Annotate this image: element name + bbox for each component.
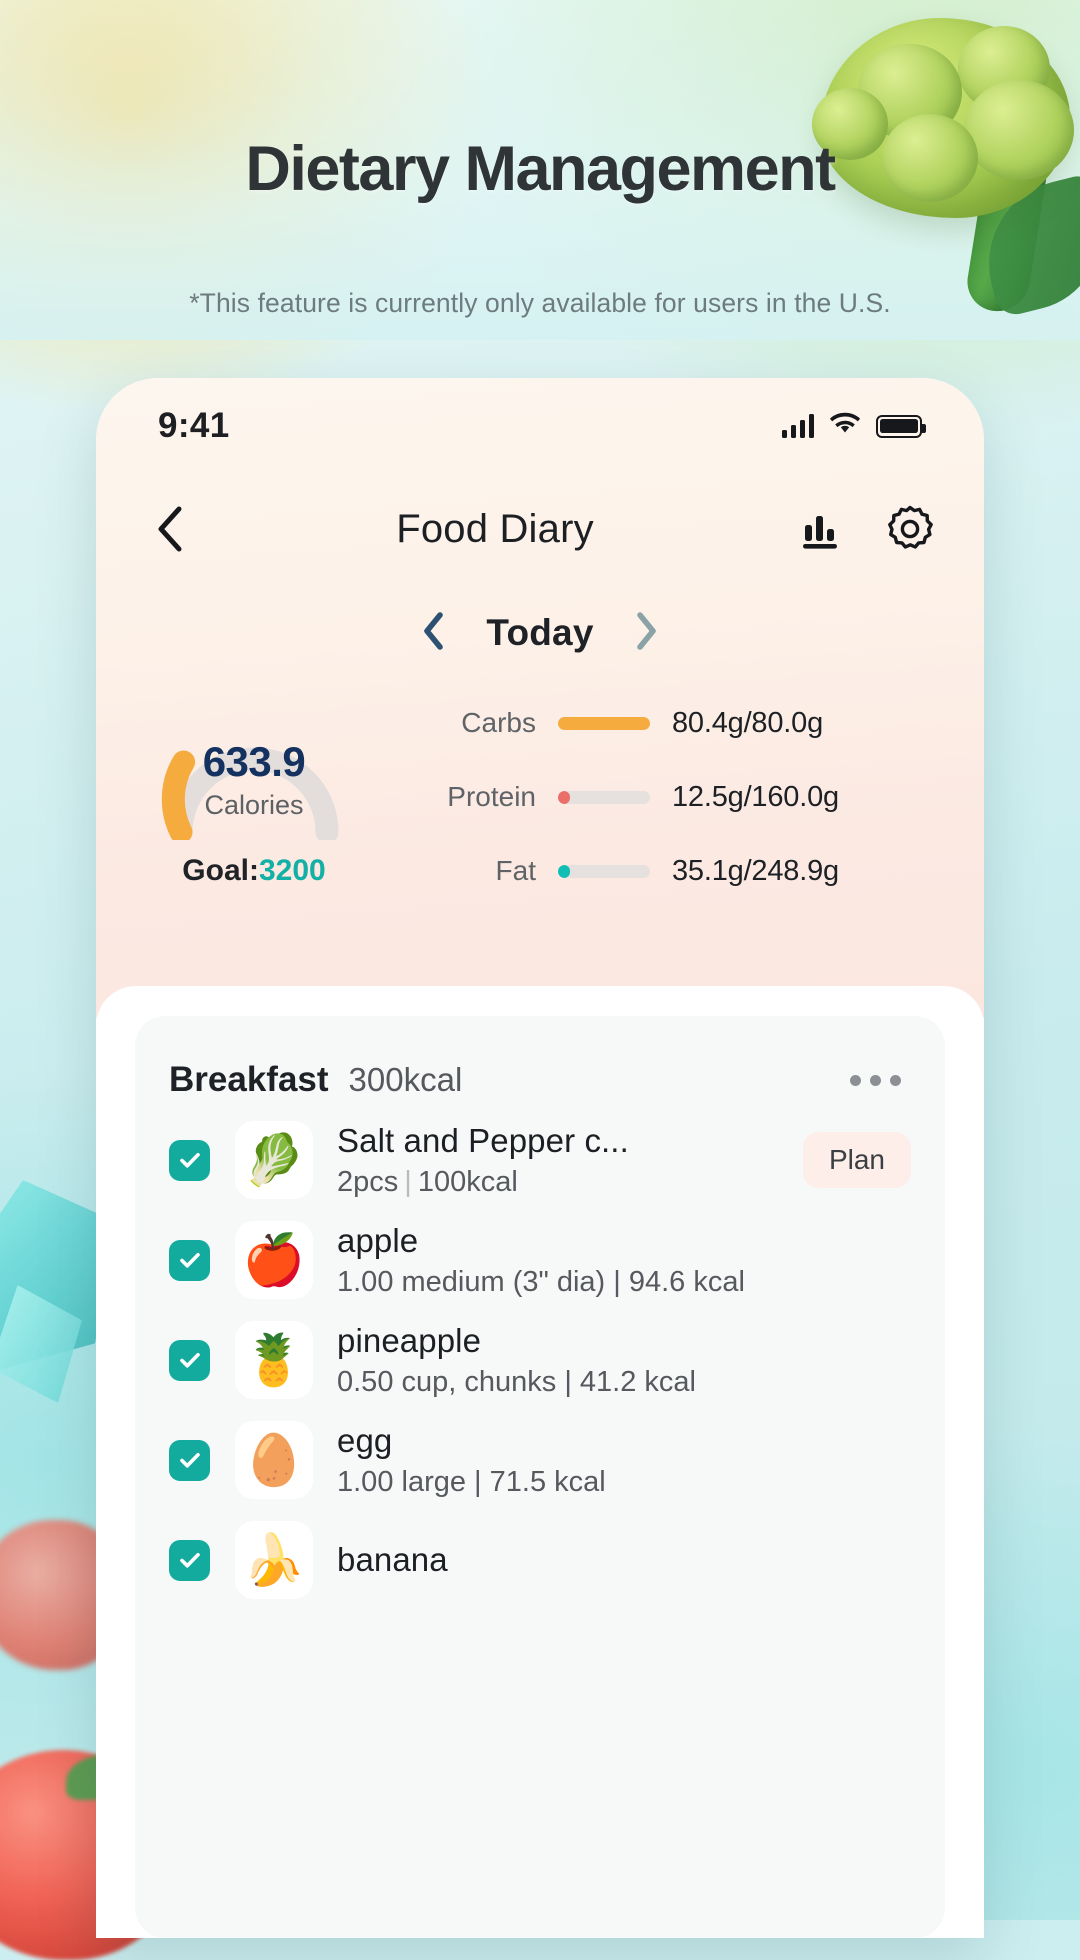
meal-sheet: Breakfast 300kcal 🥬 Salt and Pepper c... <box>96 986 984 1938</box>
meal-calories: 300kcal <box>348 1061 463 1098</box>
previous-day-button[interactable] <box>422 611 446 655</box>
list-item[interactable]: 🥚 egg 1.00 large | 71.5 kcal <box>135 1410 945 1510</box>
food-checkbox[interactable] <box>169 1539 210 1581</box>
current-date-label[interactable]: Today <box>486 612 593 654</box>
macro-progress-bar <box>558 864 650 878</box>
cellular-signal-icon <box>781 414 814 438</box>
cauliflower-icon: 🥬 <box>235 1121 313 1199</box>
food-info: banana <box>337 1541 911 1579</box>
macro-list: Carbs 80.4g/80.0g Protein 12.5g/160.0g F… <box>412 690 984 898</box>
more-horizontal-icon <box>850 1074 861 1086</box>
wifi-icon <box>829 412 861 441</box>
page-header-title: Food Diary <box>396 506 594 551</box>
macro-row-protein: Protein 12.5g/160.0g <box>418 770 944 824</box>
food-amount: 2pcs <box>337 1165 399 1198</box>
back-button[interactable] <box>142 501 198 557</box>
bar-chart-icon <box>803 516 837 549</box>
food-name: Salt and Pepper c... <box>337 1121 629 1159</box>
chevron-left-icon <box>158 506 182 552</box>
macro-row-carbs: Carbs 80.4g/80.0g <box>418 696 944 750</box>
calorie-gauge: 633.9 Calories Goal:3200 <box>96 690 412 898</box>
macro-row-fat: Fat 35.1g/248.9g <box>418 844 944 898</box>
check-icon <box>179 1453 200 1468</box>
status-time: 9:41 <box>158 406 230 445</box>
chevron-left-icon <box>424 611 444 650</box>
food-meta: 2pcs | 100kcal <box>337 1165 518 1198</box>
food-checkbox[interactable] <box>169 1439 210 1481</box>
calorie-goal-value: 3200 <box>258 854 326 887</box>
food-name: pineapple <box>337 1321 482 1359</box>
list-item[interactable]: 🍍 pineapple 0.50 cup, chunks | 41.2 kcal <box>135 1310 945 1410</box>
phone-mockup: 9:41 Food Diary Today 633.9 Calories Goa… <box>96 378 984 1938</box>
list-item[interactable]: 🍎 apple 1.00 medium (3" dia) | 94.6 kcal <box>135 1210 945 1310</box>
check-icon <box>179 1253 200 1268</box>
page-title: Dietary Management <box>245 134 836 204</box>
macro-label: Protein <box>447 781 536 812</box>
food-info: apple 1.00 medium (3" dia) | 94.6 kcal <box>337 1222 911 1299</box>
food-name: banana <box>337 1541 448 1578</box>
page-subtitle: *This feature is currently only availabl… <box>189 288 891 318</box>
macro-label: Carbs <box>461 707 536 738</box>
food-checkbox[interactable] <box>169 1139 210 1181</box>
food-meta: 1.00 medium (3" dia) | 94.6 kcal <box>337 1265 745 1298</box>
food-checkbox[interactable] <box>169 1239 210 1281</box>
check-icon <box>179 1353 200 1368</box>
food-name: egg <box>337 1421 393 1459</box>
food-checkbox[interactable] <box>169 1339 210 1381</box>
meal-title: Breakfast <box>169 1060 329 1099</box>
food-info: egg 1.00 large | 71.5 kcal <box>337 1422 911 1499</box>
check-icon <box>179 1553 200 1568</box>
egg-icon: 🥚 <box>235 1421 313 1499</box>
meal-options-button[interactable] <box>840 1065 911 1096</box>
check-icon <box>179 1153 200 1168</box>
gear-icon <box>888 505 933 549</box>
list-item[interactable]: 🍌 banana <box>135 1510 945 1610</box>
food-info: Salt and Pepper c... 2pcs | 100kcal <box>337 1122 791 1199</box>
settings-button[interactable] <box>882 501 938 557</box>
nutrition-summary: 633.9 Calories Goal:3200 Carbs 80.4g/80.… <box>96 690 984 898</box>
food-info: pineapple 0.50 cup, chunks | 41.2 kcal <box>337 1322 911 1399</box>
macro-label: Fat <box>495 855 536 886</box>
macro-value: 35.1g/248.9g <box>672 854 839 887</box>
calories-value: 633.9 <box>202 738 306 785</box>
macro-progress-bar <box>558 716 650 730</box>
macro-value: 80.4g/80.0g <box>672 706 823 739</box>
meal-header: Breakfast 300kcal <box>135 1050 945 1110</box>
apple-icon: 🍎 <box>235 1221 313 1299</box>
banana-icon: 🍌 <box>235 1521 313 1599</box>
status-bar: 9:41 <box>96 378 984 474</box>
date-switcher: Today <box>96 594 984 672</box>
food-kcal: 100kcal <box>417 1165 518 1198</box>
chart-button[interactable] <box>792 501 848 557</box>
pineapple-icon: 🍍 <box>235 1321 313 1399</box>
macro-progress-bar <box>558 790 650 804</box>
calorie-goal-label: Goal: <box>182 854 259 887</box>
app-navbar: Food Diary <box>96 474 984 584</box>
next-day-button[interactable] <box>634 611 658 655</box>
food-meta: 1.00 large | 71.5 kcal <box>337 1465 606 1498</box>
list-item[interactable]: 🥬 Salt and Pepper c... 2pcs | 100kcal Plan <box>135 1110 945 1210</box>
battery-full-icon <box>876 414 926 438</box>
breakfast-card: Breakfast 300kcal 🥬 Salt and Pepper c... <box>135 1016 945 1938</box>
plan-button[interactable]: Plan <box>802 1132 911 1188</box>
macro-value: 12.5g/160.0g <box>672 780 839 813</box>
calories-unit-label: Calories <box>204 790 304 820</box>
chevron-right-icon <box>636 611 656 650</box>
food-meta: 0.50 cup, chunks | 41.2 kcal <box>337 1365 696 1398</box>
food-name: apple <box>337 1221 419 1259</box>
calorie-goal: Goal:3200 <box>182 854 325 888</box>
